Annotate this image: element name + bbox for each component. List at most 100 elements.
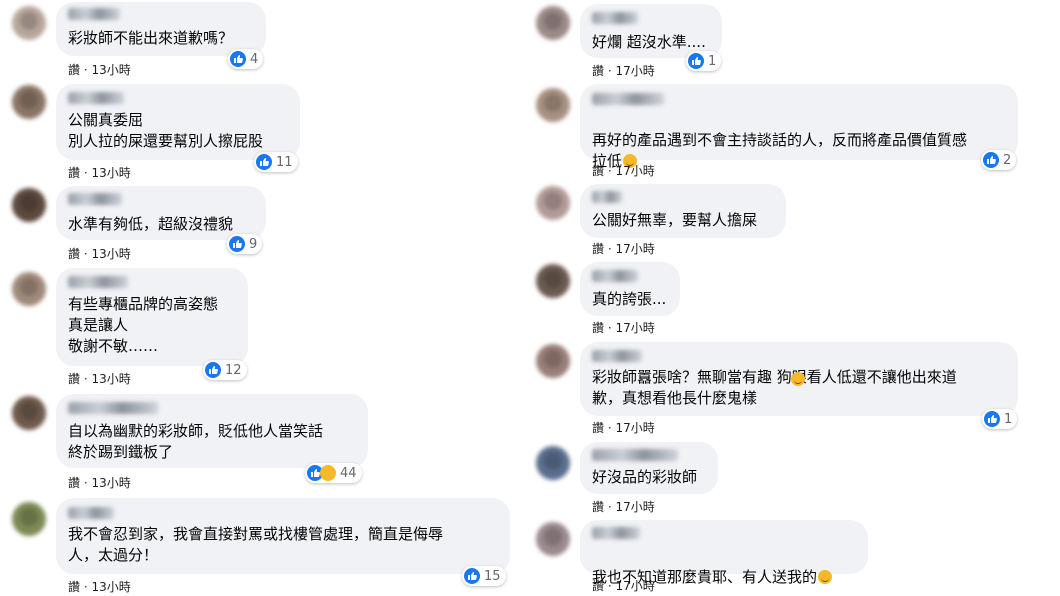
like-link[interactable]: 讚 [68,63,80,77]
timestamp[interactable]: 17小時 [615,500,654,514]
avatar[interactable] [536,88,570,122]
reaction-count[interactable]: 11 [254,152,298,172]
commenter-name[interactable] [68,507,114,519]
comment-text: 水準有夠低，超級沒禮貌 [68,215,234,233]
timestamp[interactable]: 13小時 [91,247,130,261]
avatar[interactable] [536,344,570,378]
comment-meta: 讚 · 13小時 [68,63,131,77]
commenter-name[interactable] [592,12,638,24]
avatar[interactable] [12,272,46,306]
reaction-number: 1 [1004,411,1013,427]
reaction-count[interactable]: 12 [203,360,247,380]
timestamp[interactable]: 17小時 [615,64,654,78]
avatar[interactable] [12,6,46,40]
comment-meta: 讚 · 13小時 [68,247,131,261]
timestamp[interactable]: 13小時 [91,166,130,180]
comment-bubble: 好爛 超沒水準.... [580,4,722,58]
commenter-name[interactable] [592,350,642,362]
commenter-name[interactable] [592,270,638,282]
like-link[interactable]: 讚 [592,579,604,593]
reaction-number: 11 [276,154,293,170]
comment-meta: 讚 · 17小時 [592,242,655,256]
avatar[interactable] [12,85,46,119]
comment-meta: 讚 · 17小時 [592,500,655,514]
comment-bubble: 自以為幽默的彩妝師，貶低他人當笑話 終於踢到鐵板了 [56,394,368,468]
timestamp[interactable]: 17小時 [615,579,654,593]
like-icon [229,236,245,252]
avatar[interactable] [12,188,46,222]
laughing-emoji-icon [818,570,833,584]
like-link[interactable]: 讚 [592,242,604,256]
avatar[interactable] [536,446,570,480]
commenter-name[interactable] [68,92,124,104]
comment-bubble: 彩妝師囂張啥？無聊當有趣 狗眼看人低還不讓他出來道 歉，真想看他長什麼鬼樣 [580,342,1018,416]
commenter-name[interactable] [68,402,158,414]
avatar[interactable] [536,522,570,556]
reaction-count[interactable]: 15 [462,566,506,586]
comment-text: 公關真委屈 別人拉的屎還要幫別人擦屁股 [68,111,264,150]
reaction-count[interactable]: 1 [686,51,722,71]
comment-bubble: 公關真委屈 別人拉的屎還要幫別人擦屁股 [56,84,300,160]
comment-bubble: 我不會忍到家，我會直接對罵或找樓管處理，簡直是侮辱 人，太過分！ [56,498,510,574]
comment-meta: 讚 · 13小時 [68,476,131,490]
commenter-name[interactable] [68,193,122,205]
avatar[interactable] [536,264,570,298]
commenter-name[interactable] [68,276,128,288]
reaction-number: 2 [1003,152,1012,168]
reaction-number: 9 [249,236,258,252]
commenter-name[interactable] [592,93,664,105]
like-link[interactable]: 讚 [592,64,604,78]
reaction-number: 4 [250,51,259,67]
like-icon [205,362,221,378]
reaction-count[interactable]: 44 [305,463,362,483]
commenter-name[interactable] [68,8,120,20]
avatar[interactable] [536,6,570,40]
comment-meta: 讚 · 17小時 [592,321,655,335]
like-link[interactable]: 讚 [592,164,604,178]
comment-text: 好爛 超沒水準.... [592,33,706,51]
avatar[interactable] [536,186,570,220]
like-link[interactable]: 讚 [68,247,80,261]
comment-text: 彩妝師不能出來道歉嗎？ [68,29,234,47]
commenter-name[interactable] [592,527,640,539]
comment-meta: 讚 · 17小時 [592,579,655,593]
reaction-count[interactable]: 4 [228,49,264,69]
like-link[interactable]: 讚 [68,476,80,490]
timestamp[interactable]: 17小時 [615,242,654,256]
smiling-emoji-icon [791,372,805,386]
like-link[interactable]: 讚 [592,421,604,435]
comment-bubble: 彩妝師不能出來道歉嗎？ [56,2,266,56]
reaction-count[interactable]: 2 [981,150,1017,170]
timestamp[interactable]: 13小時 [91,476,130,490]
timestamp[interactable]: 13小時 [91,580,130,594]
reaction-count[interactable]: 1 [982,409,1018,429]
reaction-number: 15 [484,568,501,584]
timestamp[interactable]: 13小時 [91,372,130,386]
timestamp[interactable]: 17小時 [615,321,654,335]
comment-bubble: 再好的產品遇到不會主持談話的人，反而將產品價值質感 拉低 [580,84,1018,170]
avatar[interactable] [12,396,46,430]
like-icon [230,51,246,67]
haha-icon [320,465,336,481]
like-icon [984,411,1000,427]
timestamp[interactable]: 13小時 [91,63,130,77]
timestamp[interactable]: 17小時 [615,164,654,178]
comment-text: 我不會忍到家，我會直接對罵或找樓管處理，簡直是侮辱 人，太過分！ [68,525,444,564]
like-link[interactable]: 讚 [68,372,80,386]
like-link[interactable]: 讚 [592,500,604,514]
like-link[interactable]: 讚 [68,166,80,180]
reaction-count[interactable]: 9 [227,234,263,254]
reaction-number: 12 [225,362,242,378]
comment-text: 真的誇張... [592,290,667,308]
commenter-name[interactable] [592,449,678,461]
commenter-name[interactable] [592,191,622,203]
comment-bubble: 有些專櫃品牌的高姿態 真是讓人 敬謝不敏…… [56,268,248,366]
avatar[interactable] [12,502,46,536]
like-icon [464,568,480,584]
timestamp[interactable]: 17小時 [615,421,654,435]
reaction-number: 1 [708,53,717,69]
like-link[interactable]: 讚 [592,321,604,335]
comment-meta: 讚 · 17小時 [592,164,655,178]
like-link[interactable]: 讚 [68,580,80,594]
comment-bubble: 好沒品的彩妝師 [580,442,718,494]
